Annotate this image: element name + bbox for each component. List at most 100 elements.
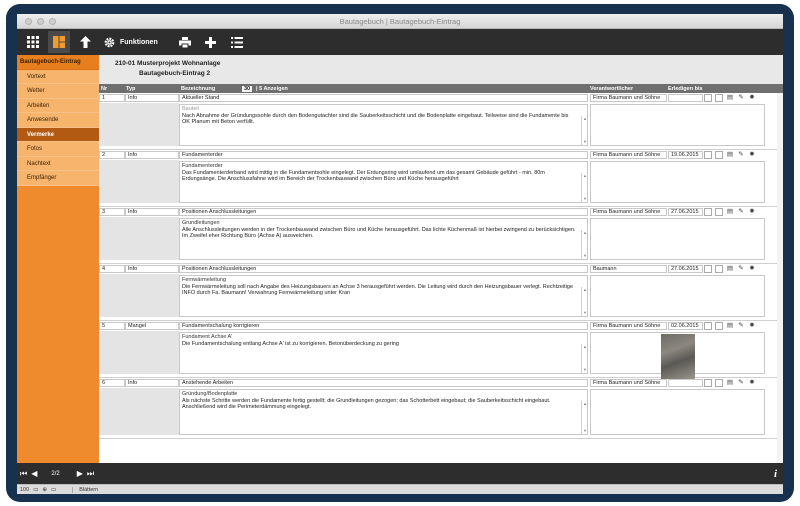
entry-text-field[interactable]: Fernwärmeleitung Die Fernwärmeleitung so…: [179, 275, 588, 317]
typ-field[interactable]: Info: [125, 379, 179, 387]
edit-icon[interactable]: ✎: [737, 94, 745, 102]
verantwortlicher-field[interactable]: Firma Baumann und Söhne: [590, 322, 667, 330]
verantwortlicher-field[interactable]: Baumann: [590, 265, 667, 273]
datum-field[interactable]: 27.06.2015: [668, 208, 703, 216]
edit-icon[interactable]: ✎: [737, 379, 745, 387]
calendar-icon[interactable]: [704, 208, 712, 216]
document-icon[interactable]: ▤: [726, 379, 734, 387]
text-scrollbar[interactable]: [581, 287, 587, 316]
zoom-in-icon[interactable]: ⊕: [42, 487, 47, 493]
datum-field[interactable]: 02.06.2015: [668, 322, 703, 330]
bezeichnung-field[interactable]: Positionen Anschlussleitungen: [179, 208, 588, 216]
bezeichnung-field[interactable]: Aktueller Stand: [179, 94, 588, 102]
entry-text-field[interactable]: Bauteil Nach Abnahme der Gründungssohle …: [179, 104, 588, 146]
sidebar-item-vortext[interactable]: Vortext: [17, 69, 99, 84]
gear-icon[interactable]: ✹: [748, 379, 756, 387]
typ-field[interactable]: Info: [125, 94, 179, 102]
up-button[interactable]: [74, 31, 96, 53]
previous-page-icon[interactable]: ◀: [31, 469, 37, 478]
document-icon[interactable]: ▤: [726, 265, 734, 273]
attachment-box[interactable]: [590, 389, 765, 435]
gear-icon[interactable]: ✹: [748, 151, 756, 159]
text-scrollbar[interactable]: [581, 230, 587, 259]
nr-field[interactable]: 5: [99, 322, 125, 330]
gear-icon[interactable]: ✹: [748, 208, 756, 216]
sidebar-item-wetter[interactable]: Wetter: [17, 84, 99, 99]
entry-text-field[interactable]: Grundleitungen Alle Anschlussleitungen w…: [179, 218, 588, 260]
calendar-icon[interactable]: [704, 322, 712, 330]
text-scrollbar[interactable]: [581, 344, 587, 373]
gear-icon[interactable]: ✹: [748, 265, 756, 273]
text-scrollbar[interactable]: [581, 173, 587, 202]
layout-view-button[interactable]: [48, 31, 70, 53]
verantwortlicher-field[interactable]: Firma Baumann und Söhne: [590, 379, 667, 387]
sidebar-item-empfaenger[interactable]: Empfänger: [17, 171, 99, 186]
datum-field[interactable]: [668, 379, 703, 387]
attachment-box[interactable]: [590, 332, 765, 379]
text-scrollbar[interactable]: [581, 401, 587, 434]
checkbox-icon[interactable]: [715, 94, 723, 102]
zoom-out-icon[interactable]: ▭: [33, 487, 38, 493]
bezeichnung-field[interactable]: Fundamentschalung korrigieren: [179, 322, 588, 330]
zoom-level[interactable]: 100: [20, 487, 29, 493]
datum-field[interactable]: 19.06.2015: [668, 151, 703, 159]
calendar-icon[interactable]: [704, 94, 712, 102]
sidebar-item-anwesende[interactable]: Anwesende: [17, 113, 99, 128]
list-button[interactable]: [226, 31, 248, 53]
attachment-box[interactable]: [590, 275, 765, 317]
typ-field[interactable]: Info: [125, 208, 179, 216]
sidebar-header[interactable]: Bautagebuch-Eintrag: [17, 55, 99, 70]
list-scrollbar[interactable]: [777, 93, 783, 463]
sidebar-item-arbeiten[interactable]: Arbeiten: [17, 98, 99, 113]
photo-thumbnail[interactable]: [661, 334, 695, 379]
gear-icon[interactable]: ✹: [748, 94, 756, 102]
datum-field[interactable]: 27.06.2015: [668, 265, 703, 273]
typ-field[interactable]: Info: [125, 265, 179, 273]
checkbox-icon[interactable]: [715, 151, 723, 159]
edit-icon[interactable]: ✎: [737, 151, 745, 159]
document-icon[interactable]: ▤: [726, 151, 734, 159]
datum-field[interactable]: [668, 94, 703, 102]
sidebar-item-fotos[interactable]: Fotos: [17, 142, 99, 157]
edit-icon[interactable]: ✎: [737, 322, 745, 330]
checkbox-icon[interactable]: [715, 379, 723, 387]
checkbox-icon[interactable]: [715, 208, 723, 216]
checkbox-icon[interactable]: [715, 265, 723, 273]
anzeigen-control[interactable]: | 5 Anzeigen: [256, 86, 288, 92]
edit-icon[interactable]: ✎: [737, 265, 745, 273]
bezeichnung-field[interactable]: Positionen Anschlussleitungen: [179, 265, 588, 273]
entry-text-field[interactable]: Fundamenterder Das Fundamenterderband wi…: [179, 161, 588, 203]
nr-field[interactable]: 6: [99, 379, 125, 387]
nr-field[interactable]: 1: [99, 94, 125, 102]
calendar-icon[interactable]: [704, 151, 712, 159]
nr-field[interactable]: 2: [99, 151, 125, 159]
calendar-icon[interactable]: [704, 265, 712, 273]
grid-view-button[interactable]: [22, 31, 44, 53]
attachment-box[interactable]: [590, 104, 765, 146]
verantwortlicher-field[interactable]: Firma Baumann und Söhne: [590, 94, 667, 102]
edit-icon[interactable]: ✎: [737, 208, 745, 216]
first-page-icon[interactable]: ⏮: [20, 469, 27, 479]
info-icon[interactable]: i: [774, 468, 777, 480]
last-page-icon[interactable]: ⏭: [87, 469, 94, 479]
status-toggle-icon[interactable]: ▭: [51, 487, 56, 493]
document-icon[interactable]: ▤: [726, 94, 734, 102]
document-icon[interactable]: ▤: [726, 208, 734, 216]
typ-field[interactable]: Mangel: [125, 322, 179, 330]
bezeichnung-field[interactable]: Fundamenterder: [179, 151, 588, 159]
text-scrollbar[interactable]: [581, 116, 587, 145]
typ-field[interactable]: Info: [125, 151, 179, 159]
nr-field[interactable]: 4: [99, 265, 125, 273]
funktionen-button[interactable]: Funktionen: [104, 37, 158, 48]
nr-field[interactable]: 3: [99, 208, 125, 216]
entry-text-field[interactable]: Fundament Achse A' Die Fundamentschalung…: [179, 332, 588, 374]
document-icon[interactable]: ▤: [726, 322, 734, 330]
bezeichnung-field[interactable]: Anstehende Arbeiten: [179, 379, 588, 387]
sidebar-item-vermerke[interactable]: Vermerke: [17, 127, 99, 142]
verantwortlicher-field[interactable]: Firma Baumann und Söhne: [590, 208, 667, 216]
checkbox-icon[interactable]: [715, 322, 723, 330]
next-page-icon[interactable]: ▶: [77, 469, 83, 478]
calendar-icon[interactable]: [704, 379, 712, 387]
gear-icon[interactable]: ✹: [748, 322, 756, 330]
sidebar-item-nachtext[interactable]: Nachtext: [17, 156, 99, 171]
